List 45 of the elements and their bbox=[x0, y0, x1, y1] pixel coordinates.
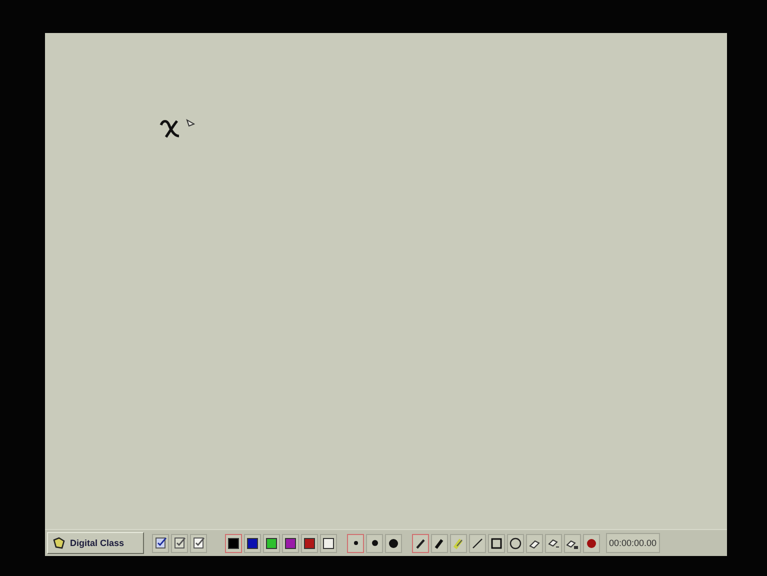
rectangle-icon bbox=[490, 536, 503, 550]
start-button[interactable]: Digital Class bbox=[47, 532, 144, 554]
dot-icon bbox=[372, 540, 378, 546]
pen-size-button[interactable] bbox=[347, 534, 364, 552]
cursor-icon bbox=[186, 119, 195, 128]
tool-button[interactable] bbox=[545, 534, 562, 552]
tool-button[interactable] bbox=[507, 534, 524, 552]
color-swatch bbox=[247, 538, 258, 548]
color-button[interactable] bbox=[225, 534, 242, 552]
color-swatch bbox=[285, 538, 296, 548]
color-swatch bbox=[304, 538, 315, 548]
pen-icon bbox=[414, 536, 427, 550]
color-button[interactable] bbox=[282, 534, 299, 552]
pen-size-button[interactable] bbox=[366, 534, 383, 552]
dot-icon bbox=[354, 541, 358, 545]
line-icon bbox=[471, 536, 484, 550]
page-icon bbox=[192, 537, 204, 549]
tool-button[interactable] bbox=[526, 534, 543, 552]
page-icon bbox=[154, 537, 166, 549]
color-button[interactable] bbox=[244, 534, 261, 552]
page-button[interactable] bbox=[171, 534, 188, 552]
highlighter-icon bbox=[452, 536, 465, 550]
color-swatch bbox=[323, 538, 334, 548]
color-button[interactable] bbox=[320, 534, 337, 552]
tool-button[interactable] bbox=[583, 534, 600, 552]
page-icon bbox=[174, 537, 186, 549]
logo-icon bbox=[52, 537, 66, 549]
pen-size-button[interactable] bbox=[385, 534, 402, 552]
tool-button[interactable] bbox=[431, 534, 448, 552]
tool-button[interactable] bbox=[469, 534, 486, 552]
color-swatch bbox=[266, 538, 277, 548]
dot-icon bbox=[389, 538, 398, 548]
color-swatch bbox=[228, 538, 239, 548]
color-button[interactable] bbox=[301, 534, 318, 552]
marker-icon bbox=[433, 536, 446, 550]
page-button[interactable] bbox=[152, 534, 169, 552]
tool-button[interactable] bbox=[412, 534, 429, 552]
tool-button[interactable] bbox=[488, 534, 505, 552]
eraser-icon bbox=[547, 536, 560, 550]
record-icon bbox=[585, 536, 598, 550]
tool-button[interactable] bbox=[564, 534, 581, 552]
timer: 00:00:00.00 bbox=[606, 533, 660, 553]
color-button[interactable] bbox=[263, 534, 280, 552]
page-button[interactable] bbox=[190, 534, 207, 552]
ellipse-icon bbox=[509, 536, 522, 550]
